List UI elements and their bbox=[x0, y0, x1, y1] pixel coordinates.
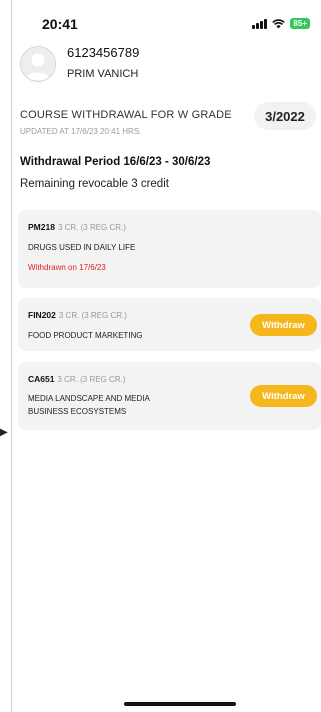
course-header: CA651 3 CR. (3 REG CR.) bbox=[28, 374, 125, 384]
course-credit: 3 CR. (3 REG CR.) bbox=[57, 223, 126, 232]
withdrawal-period: Withdrawal Period 16/6/23 - 30/6/23 bbox=[20, 156, 211, 168]
course-card-fin202: FIN202 3 CR. (3 REG CR.) FOOD PRODUCT MAR… bbox=[18, 298, 321, 351]
course-header: FIN202 3 CR. (3 REG CR.) bbox=[28, 310, 127, 320]
course-name: DRUGS USED IN DAILY LIFE bbox=[28, 243, 136, 252]
remaining-credit: Remaining revocable 3 credit bbox=[20, 178, 169, 190]
withdrawn-status: Withdrawn on 17/6/23 bbox=[28, 263, 106, 272]
student-name: PRIM VANICH bbox=[67, 68, 139, 80]
wifi-icon bbox=[272, 18, 286, 28]
course-code: FIN202 bbox=[28, 310, 56, 320]
course-code: CA651 bbox=[28, 374, 55, 384]
user-silhouette-icon bbox=[26, 53, 50, 80]
semester-selector[interactable]: 3/2022 bbox=[254, 102, 316, 130]
avatar[interactable] bbox=[20, 46, 56, 82]
signal-icon bbox=[252, 18, 268, 29]
course-name-line2: BUSINESS ECOSYSTEMS bbox=[28, 407, 127, 416]
withdraw-button-ca651[interactable]: Withdraw bbox=[250, 385, 317, 407]
course-credit: 3 CR. (3 REG CR.) bbox=[57, 375, 126, 384]
student-id: 6123456789 bbox=[67, 45, 140, 60]
course-credit: 3 CR. (3 REG CR.) bbox=[58, 311, 127, 320]
status-icons: 85+ bbox=[252, 18, 310, 29]
page-title: COURSE WITHDRAWAL FOR W GRADE bbox=[20, 109, 232, 121]
status-time: 20:41 bbox=[42, 16, 78, 32]
phone-screen: 20:41 85+ 6123456789 PRIM VANICH COURSE … bbox=[11, 0, 321, 712]
course-card-pm218: PM218 3 CR. (3 REG CR.) DRUGS USED IN DAI… bbox=[18, 210, 321, 288]
updated-timestamp: UPDATED AT 17/6/23 20:41 HRS. bbox=[20, 127, 142, 136]
side-arrow-icon: ▶ bbox=[0, 427, 8, 438]
course-name-line1: MEDIA LANDSCAPE AND MEDIA bbox=[28, 394, 150, 403]
battery-icon: 85+ bbox=[290, 18, 310, 29]
course-code: PM218 bbox=[28, 222, 55, 232]
semester-label: 3/2022 bbox=[265, 108, 305, 124]
course-name: FOOD PRODUCT MARKETING bbox=[28, 331, 143, 340]
course-card-ca651: CA651 3 CR. (3 REG CR.) MEDIA LANDSCAPE A… bbox=[18, 362, 321, 430]
withdraw-button-fin202[interactable]: Withdraw bbox=[250, 314, 317, 336]
course-header: PM218 3 CR. (3 REG CR.) bbox=[28, 222, 126, 232]
home-indicator[interactable] bbox=[124, 702, 236, 706]
